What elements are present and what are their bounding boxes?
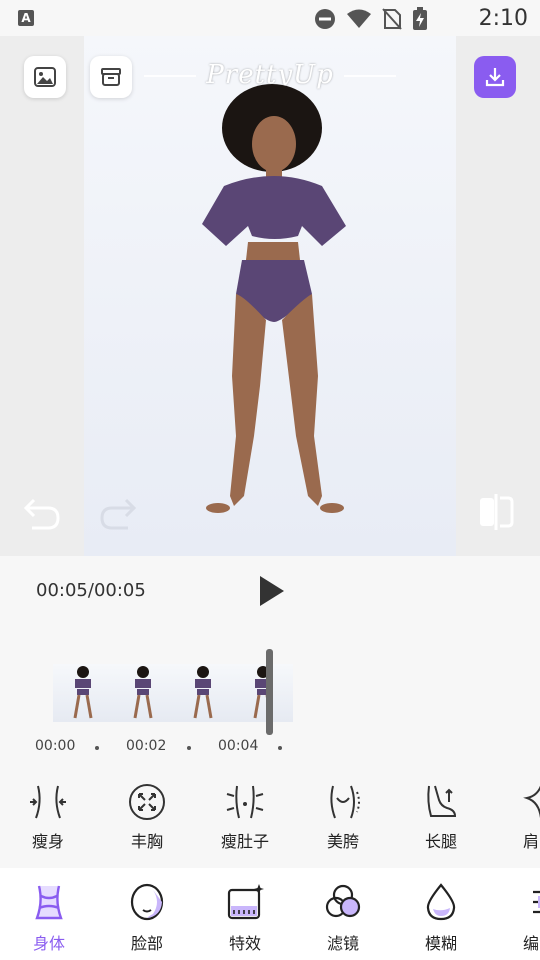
body-icon — [35, 885, 63, 920]
no-sim-icon — [382, 8, 402, 30]
compare-icon — [480, 494, 514, 530]
face-icon — [130, 883, 164, 921]
playback-time: 00:05/00:05 — [36, 580, 146, 601]
timeline-ticks: 00:00 00:02 00:04 — [0, 738, 540, 758]
undo-icon — [23, 498, 60, 530]
undo-button[interactable] — [22, 492, 62, 536]
tool-slim-body[interactable]: 瘦身 — [8, 780, 88, 852]
tick-label: 00:04 — [218, 738, 259, 754]
tool-slim-belly[interactable]: 瘦肚子 — [205, 780, 285, 852]
status-icons — [314, 7, 428, 31]
tick-dot — [278, 746, 282, 750]
nav-filters[interactable]: 滤镜 — [303, 880, 383, 954]
wifi-icon — [347, 9, 371, 28]
play-button[interactable] — [256, 574, 288, 612]
timeline-thumbnail — [113, 664, 173, 722]
timeline-playhead[interactable] — [266, 649, 273, 735]
enlarge-icon — [129, 784, 165, 820]
image-icon — [34, 67, 56, 87]
long-legs-icon — [427, 785, 457, 817]
download-icon — [485, 68, 505, 87]
timeline-thumbnail — [173, 664, 233, 722]
status-time: 2:10 — [478, 6, 528, 31]
belly-slim-icon — [226, 785, 264, 819]
timeline-thumbnail — [233, 664, 293, 722]
tick-label: 00:00 — [35, 738, 76, 754]
model-figure — [202, 84, 346, 513]
timeline-strip[interactable] — [53, 664, 293, 722]
battery-charging-icon — [413, 7, 427, 30]
blur-icon — [426, 883, 456, 921]
tick-dot — [95, 746, 99, 750]
redo-icon — [100, 498, 137, 530]
tool-long-legs[interactable]: 长腿 — [401, 780, 481, 852]
gallery-button[interactable] — [24, 56, 66, 98]
nav-body[interactable]: 身体 — [9, 880, 89, 954]
redo-button[interactable] — [98, 492, 138, 536]
filters-icon — [325, 884, 361, 918]
body-tools-row: 瘦身 丰胸 瘦肚子 美胯 长腿 肩 — [0, 780, 540, 860]
waist-slim-icon — [30, 785, 66, 819]
download-button[interactable] — [474, 56, 516, 98]
photo-preview[interactable]: PrettyUp — [84, 36, 456, 556]
archive-button[interactable] — [90, 56, 132, 98]
play-icon — [260, 576, 284, 606]
timeline-thumbnail — [53, 664, 113, 722]
nav-effects[interactable]: 特效 — [205, 880, 285, 954]
tick-dot — [187, 746, 191, 750]
tick-label: 00:02 — [126, 738, 167, 754]
tool-hips[interactable]: 美胯 — [303, 780, 383, 852]
compare-button[interactable] — [476, 492, 516, 536]
nav-edit[interactable]: 编 — [491, 880, 540, 954]
nav-blur[interactable]: 模糊 — [401, 880, 481, 954]
edit-icon — [533, 890, 540, 914]
bottom-navigation: 身体 脸部 特效 滤镜 模糊 编 — [0, 868, 540, 960]
shoulder-icon — [523, 785, 540, 819]
app-notification-icon: A — [18, 10, 34, 26]
nav-face[interactable]: 脸部 — [107, 880, 187, 954]
archive-icon — [101, 68, 121, 86]
tool-shoulder[interactable]: 肩 — [491, 780, 540, 852]
hip-icon — [330, 785, 360, 819]
photo-preview-area: PrettyUp — [0, 36, 540, 556]
effects-icon — [227, 884, 264, 920]
status-bar: A 2:10 — [0, 0, 540, 36]
tool-enlarge-chest[interactable]: 丰胸 — [107, 780, 187, 852]
dnd-icon — [315, 9, 335, 29]
